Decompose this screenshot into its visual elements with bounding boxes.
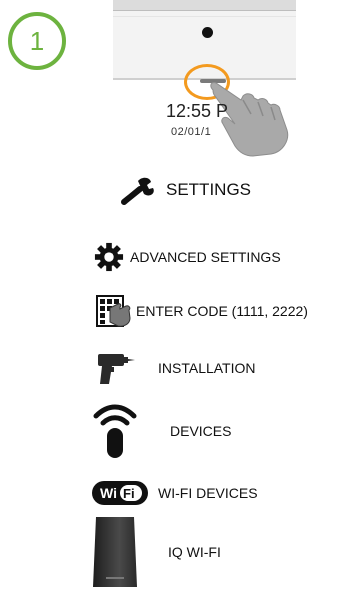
enter-code-item[interactable]: ENTER CODE (1111, 2222) [96, 294, 308, 328]
status-divider [113, 16, 296, 17]
status-strip [113, 0, 296, 11]
svg-text:Wi: Wi [100, 485, 117, 501]
iq-wifi-item[interactable]: IQ WI-FI [92, 517, 221, 587]
router-icon [93, 517, 137, 587]
installation-item[interactable]: INSTALLATION [96, 350, 256, 386]
advanced-settings-label: ADVANCED SETTINGS [130, 249, 281, 265]
step-number-badge: 1 [8, 12, 66, 70]
keypad-hand-icon [96, 295, 131, 327]
enter-code-label: ENTER CODE (1111, 2222) [136, 303, 308, 319]
devices-label: DEVICES [170, 423, 232, 439]
svg-text:Fi: Fi [123, 486, 135, 501]
wifi-devices-item[interactable]: Wi Fi WI-FI DEVICES [92, 481, 258, 505]
camera-icon [202, 27, 213, 38]
wifi-remote-icon [93, 404, 137, 458]
gear-icon [94, 242, 124, 272]
advanced-settings-item[interactable]: ADVANCED SETTINGS [93, 242, 281, 272]
devices-item[interactable]: DEVICES [92, 402, 231, 460]
drill-icon [98, 354, 135, 384]
installation-label: INSTALLATION [158, 360, 256, 376]
wrench-icon [121, 177, 154, 205]
wifi-badge-icon: Wi Fi [92, 481, 148, 505]
wifi-devices-label: WI-FI DEVICES [158, 485, 258, 501]
iq-wifi-label: IQ WI-FI [168, 544, 221, 560]
clock-time: 12:55 P [166, 101, 229, 121]
clock-date: 02/01/1 [171, 126, 212, 138]
settings-label: SETTINGS [166, 180, 252, 199]
step-number: 1 [29, 25, 45, 56]
settings-item[interactable]: SETTINGS [120, 175, 251, 205]
